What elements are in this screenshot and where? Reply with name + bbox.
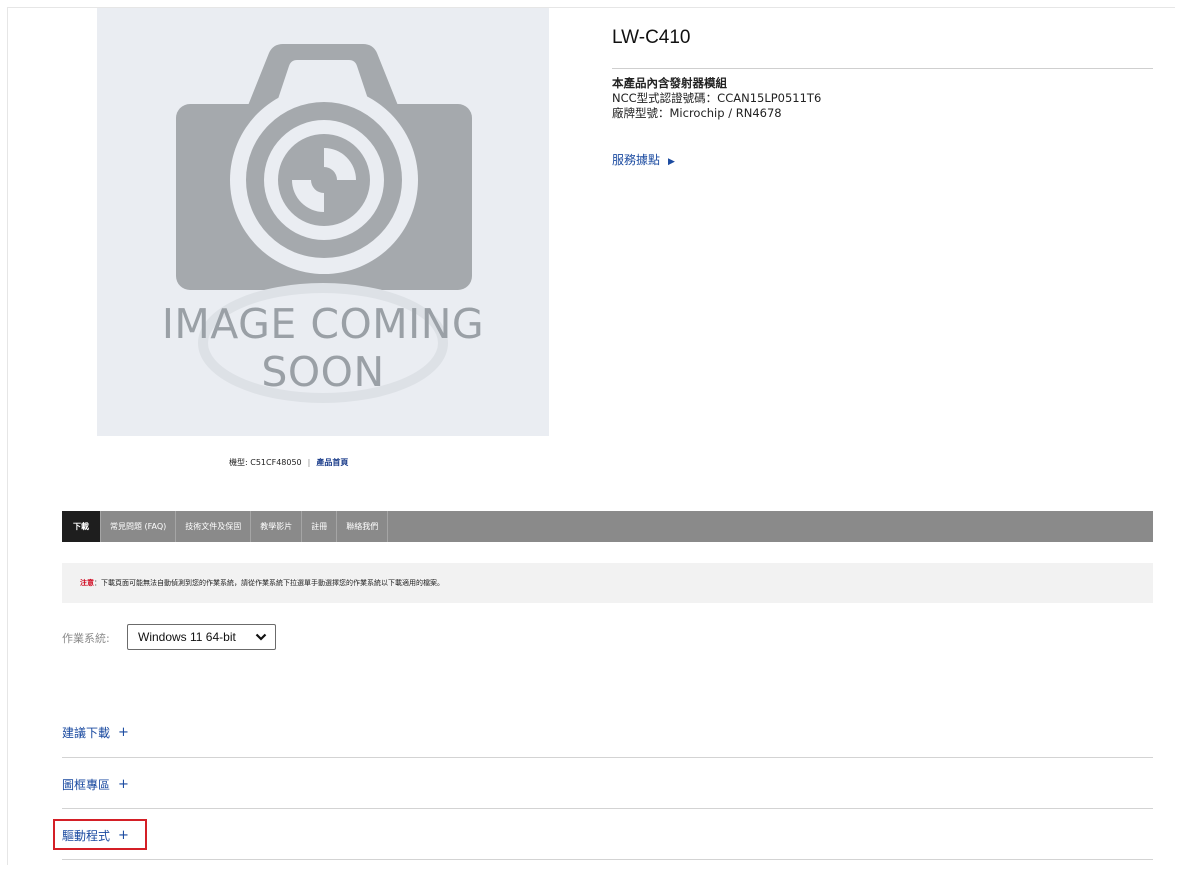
model-line: 機型: C51CF48050 | 產品首頁 (229, 457, 348, 468)
tab-register[interactable]: 註冊 (302, 511, 338, 542)
model-number: 機型: C51CF48050 (229, 458, 302, 467)
notice-label: 注意 (80, 579, 94, 587)
section-divider (62, 757, 1153, 758)
section-divider (62, 859, 1153, 860)
os-select-label: 作業系統: (62, 632, 110, 645)
service-location-label: 服務據點 (612, 153, 661, 167)
triangle-right-icon: ▶ (668, 157, 675, 167)
product-desc-line-2: NCC型式認證號碼：CCAN15LP0511T6 (612, 91, 822, 105)
product-desc-line-3: 廠牌型號：Microchip / RN4678 (612, 106, 782, 120)
section-frames[interactable]: 圖框專區 + (62, 771, 1153, 797)
plus-icon: + (118, 724, 129, 740)
product-description: 本產品內含發射器模組 NCC型式認證號碼：CCAN15LP0511T6 廠牌型號… (612, 76, 821, 121)
os-detection-notice: 注意 ：下載頁面可能無法自動偵測到您的作業系統，請從作業系統下拉選單手動選擇您的作… (62, 563, 1153, 603)
tab-contact-us[interactable]: 聯絡我們 (337, 511, 389, 542)
section-frames-label: 圖框專區 (62, 777, 111, 792)
support-tab-bar: 下載 常見問題 (FAQ) 技術文件及保固 教學影片 註冊 聯絡我們 (62, 511, 1153, 542)
drivers-highlight-box (53, 819, 147, 850)
tab-faq[interactable]: 常見問題 (FAQ) (101, 511, 177, 542)
product-home-link[interactable]: 產品首頁 (316, 458, 348, 467)
product-title: LW-C410 (612, 27, 691, 48)
title-divider (612, 68, 1153, 69)
section-recommended-label: 建議下載 (62, 725, 111, 740)
image-coming-soon-text: IMAGE COMING SOON (161, 300, 485, 396)
chevron-down-icon (255, 633, 267, 641)
model-separator: | (307, 458, 311, 467)
section-divider (62, 808, 1153, 809)
product-desc-line-1: 本產品內含發射器模組 (612, 76, 727, 90)
tab-manuals-warranty[interactable]: 技術文件及保固 (176, 511, 252, 542)
tab-tutorial-videos[interactable]: 教學影片 (251, 511, 303, 542)
product-image-placeholder: IMAGE COMING SOON (97, 8, 549, 436)
tab-download[interactable]: 下載 (62, 511, 101, 542)
service-location-link[interactable]: 服務據點 ▶ (612, 151, 675, 168)
os-select-value: Windows 11 64-bit (138, 630, 236, 644)
os-select-dropdown[interactable]: Windows 11 64-bit (127, 624, 276, 650)
plus-icon: + (118, 776, 129, 792)
section-drivers[interactable]: 驅動程式 + (62, 822, 1153, 848)
section-recommended-downloads[interactable]: 建議下載 + (62, 719, 1153, 745)
notice-text: ：下載頁面可能無法自動偵測到您的作業系統，請從作業系統下拉選單手動選擇您的作業系… (94, 579, 444, 587)
